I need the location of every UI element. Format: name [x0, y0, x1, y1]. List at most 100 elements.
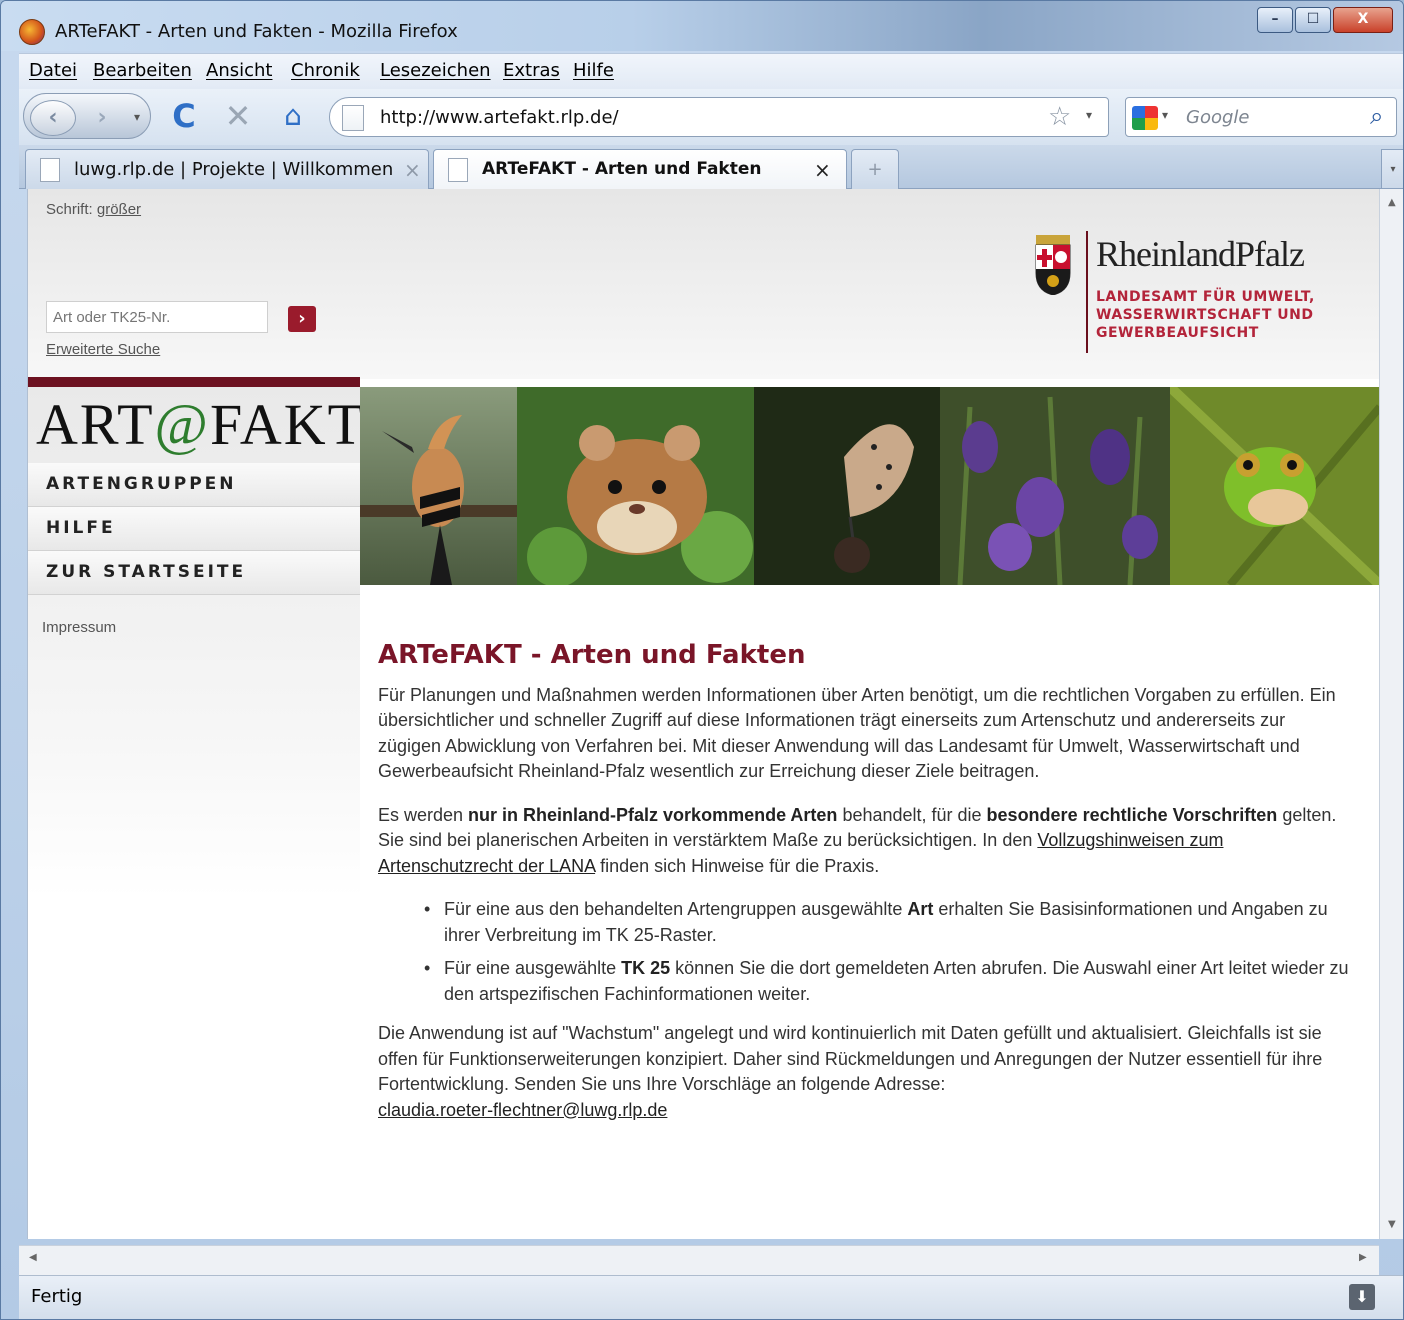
- maximize-button[interactable]: ☐: [1295, 7, 1331, 33]
- search-submit-button[interactable]: ›: [288, 306, 316, 332]
- sidebar: ART@FAKT ARTENGRUPPEN HILFE ZUR STARTSEI…: [28, 387, 363, 1239]
- photo-banner: [360, 387, 1379, 585]
- page-content: Schrift: größer › Erweiterte Suche Rhein…: [27, 189, 1379, 1239]
- home-icon[interactable]: ⌂: [275, 99, 311, 133]
- bookmark-star-icon[interactable]: ☆: [1048, 102, 1071, 132]
- list-item: Für eine aus den behandelten Artengruppe…: [424, 897, 1353, 948]
- url-text[interactable]: http://www.artefakt.rlp.de/: [380, 107, 619, 128]
- close-tab-icon[interactable]: ×: [404, 158, 421, 182]
- navigation-toolbar: ‹ › ▾ C ✕ ⌂ http://www.artefakt.rlp.de/ …: [19, 89, 1403, 145]
- search-go-icon[interactable]: ⌕: [1370, 102, 1383, 130]
- text: behandelt, für die: [837, 804, 987, 825]
- hoopoe-image: [360, 387, 517, 585]
- scroll-down-icon[interactable]: ▼: [1388, 1219, 1396, 1230]
- bold-text: nur in Rheinland-Pfalz vorkommende Arten: [468, 804, 838, 825]
- back-button[interactable]: ‹: [30, 100, 76, 136]
- menu-extras[interactable]: Extras: [503, 60, 560, 81]
- butterfly-image: [754, 387, 940, 585]
- status-text: Fertig: [31, 1286, 83, 1307]
- agency-line-1: LANDESAMT FÜR UMWELT,: [1096, 289, 1315, 305]
- google-icon[interactable]: [1132, 106, 1158, 130]
- window-title: ARTeFAKT - Arten und Fakten - Mozilla Fi…: [55, 21, 458, 42]
- text: Für eine ausgewählte: [444, 958, 622, 978]
- page-title: ARTeFAKT - Arten und Fakten: [378, 640, 806, 670]
- scroll-left-icon[interactable]: ◀: [29, 1252, 37, 1263]
- scroll-right-icon[interactable]: ▶: [1359, 1252, 1367, 1263]
- horizontal-scrollbar[interactable]: ◀ ▶: [19, 1245, 1379, 1275]
- bold-text: Art: [907, 899, 934, 919]
- search-input[interactable]: Google: [1186, 107, 1249, 128]
- state-name: RheinlandPfalz: [1096, 234, 1305, 274]
- url-dropdown-icon[interactable]: ▾: [1086, 108, 1092, 122]
- advanced-search-link[interactable]: Erweiterte Suche: [46, 341, 160, 358]
- tab-label: ARTeFAKT - Arten und Fakten: [482, 159, 762, 179]
- text: Die Anwendung ist auf "Wachstum" angeleg…: [378, 1023, 1323, 1094]
- agency-line-2: WASSERWIRTSCHAFT UND: [1096, 307, 1314, 323]
- firefox-icon: [19, 19, 45, 45]
- font-size-control: Schrift: größer: [46, 201, 141, 218]
- feature-list: Für eine aus den behandelten Artengruppe…: [424, 897, 1353, 1007]
- coat-of-arms-icon: [1035, 235, 1071, 295]
- menu-chronik[interactable]: Chronik: [291, 60, 360, 81]
- font-larger-link[interactable]: größer: [97, 201, 141, 218]
- tab-luwg[interactable]: luwg.rlp.de | Projekte | Willkommen ×: [25, 149, 429, 189]
- tab-artefakt[interactable]: ARTeFAKT - Arten und Fakten ×: [433, 149, 847, 190]
- vertical-scrollbar[interactable]: ▲ ▼: [1379, 189, 1403, 1239]
- close-tab-icon[interactable]: ×: [814, 158, 831, 182]
- logo-left: ART: [36, 392, 155, 457]
- url-bar[interactable]: http://www.artefakt.rlp.de/ ☆ ▾: [329, 97, 1109, 137]
- font-size-label: Schrift:: [46, 201, 93, 218]
- sidebar-item-artengruppen[interactable]: ARTENGRUPPEN: [28, 463, 360, 507]
- site-header: Schrift: größer › Erweiterte Suche Rhein…: [28, 189, 1379, 379]
- minimize-button[interactable]: –: [1257, 7, 1293, 33]
- species-search-input[interactable]: [46, 301, 268, 333]
- page-icon: [448, 158, 468, 182]
- contact-email-link[interactable]: claudia.roeter-flechtner@luwg.rlp.de: [378, 1100, 667, 1120]
- download-icon[interactable]: ⬇: [1349, 1284, 1375, 1310]
- menu-datei[interactable]: Datei: [29, 60, 77, 81]
- reload-icon[interactable]: C: [167, 97, 201, 135]
- agency-line-3: GEWERBEAUFSICHT: [1096, 325, 1259, 341]
- forward-button[interactable]: ›: [82, 104, 122, 132]
- accent-band: [28, 377, 360, 387]
- bold-text: besondere rechtliche Vorschriften: [986, 804, 1278, 825]
- scope-paragraph: Es werden nur in Rheinland-Pfalz vorkomm…: [378, 803, 1353, 880]
- status-bar: Fertig ⬇: [19, 1275, 1403, 1319]
- tab-bar: luwg.rlp.de | Projekte | Willkommen × AR…: [19, 145, 1403, 190]
- menu-hilfe[interactable]: Hilfe: [573, 60, 614, 81]
- intro-paragraph: Für Planungen und Maßnahmen werden Infor…: [378, 684, 1336, 782]
- page-icon: [40, 158, 60, 182]
- bold-text: TK 25: [621, 958, 671, 978]
- text: Für eine aus den behandelten Artengruppe…: [444, 899, 908, 919]
- hamster-image: [517, 387, 754, 585]
- logo-right: FAKT: [209, 392, 366, 457]
- new-tab-button[interactable]: +: [851, 149, 899, 189]
- tree-frog-image: [1170, 387, 1379, 585]
- browser-window: ARTeFAKT - Arten und Fakten - Mozilla Fi…: [0, 0, 1404, 1320]
- page-icon: [342, 105, 364, 131]
- search-bar[interactable]: ▾ Google ⌕: [1125, 97, 1397, 137]
- iris-flowers-image: [940, 387, 1170, 585]
- sidebar-item-hilfe[interactable]: HILFE: [28, 507, 360, 551]
- menu-ansicht[interactable]: Ansicht: [206, 60, 272, 81]
- history-dropdown-icon[interactable]: ▾: [128, 106, 146, 128]
- logo-at: @: [154, 392, 210, 457]
- main-content: ARTeFAKT - Arten und Fakten Für Planunge…: [378, 640, 1353, 1141]
- sidebar-item-startseite[interactable]: ZUR STARTSEITE: [28, 551, 360, 595]
- search-engine-dropdown-icon[interactable]: ▾: [1162, 108, 1168, 122]
- feedback-paragraph: Die Anwendung ist auf "Wachstum" angeleg…: [378, 1021, 1353, 1123]
- menu-lesezeichen[interactable]: Lesezeichen: [380, 60, 491, 81]
- menu-bar: Datei Bearbeiten Ansicht Chronik Lesezei…: [19, 53, 1403, 89]
- title-bar[interactable]: ARTeFAKT - Arten und Fakten - Mozilla Fi…: [1, 1, 1403, 51]
- text: finden sich Hinweise für die Praxis.: [595, 855, 880, 876]
- list-item: Für eine ausgewählte TK 25 können Sie di…: [424, 956, 1353, 1007]
- menu-bearbeiten[interactable]: Bearbeiten: [93, 60, 192, 81]
- text: Es werden: [378, 804, 469, 825]
- artefakt-logo[interactable]: ART@FAKT: [36, 391, 365, 458]
- list-tabs-icon[interactable]: ▾: [1381, 149, 1403, 189]
- stop-icon[interactable]: ✕: [221, 97, 255, 135]
- scroll-up-icon[interactable]: ▲: [1388, 197, 1396, 208]
- logo-divider: [1086, 231, 1088, 353]
- close-window-button[interactable]: X: [1333, 7, 1393, 33]
- imprint-link[interactable]: Impressum: [42, 619, 116, 636]
